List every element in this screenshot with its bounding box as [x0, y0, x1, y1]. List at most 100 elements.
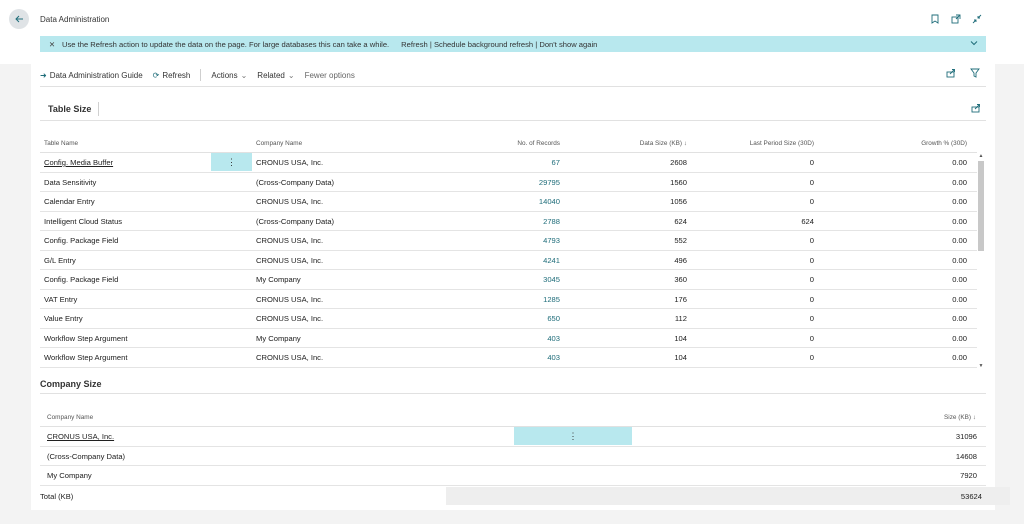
actions-menu[interactable]: Actions ⌄ [211, 71, 247, 80]
company-name-cell[interactable]: CRONUS USA, Inc. [47, 432, 114, 441]
back-button[interactable] [9, 9, 29, 29]
records-cell[interactable]: 1285 [480, 295, 560, 304]
col-records[interactable]: No. of Records [480, 140, 560, 147]
scroll-thumb[interactable] [978, 161, 984, 251]
row-actions-button[interactable]: ⋮ [514, 427, 632, 445]
scroll-up-icon[interactable]: ▲ [977, 153, 985, 159]
data-size-cell: 104 [674, 333, 687, 343]
records-cell[interactable]: 403 [480, 334, 560, 343]
data-size-cell: 624 [674, 216, 687, 226]
company-name-cell: My Company [256, 333, 301, 343]
col-growth[interactable]: Growth % (30D) [880, 140, 967, 147]
growth-cell: 0.00 [952, 353, 967, 362]
table-row[interactable]: Config. Media Buffer CRONUS USA, Inc. 67 26… [40, 153, 977, 173]
records-cell[interactable]: 4241 [480, 256, 560, 265]
table-row[interactable]: Config. Package Field My Company 3045 360 0 0… [40, 270, 977, 290]
chevron-down-icon[interactable] [970, 39, 978, 49]
share-icon[interactable] [946, 68, 956, 80]
last-period-cell: 0 [809, 333, 814, 343]
close-icon[interactable]: ✕ [46, 40, 58, 49]
table-row[interactable]: G/L Entry CRONUS USA, Inc. 4241 496 0 0.00 [40, 251, 977, 270]
total-value: 53624 [960, 492, 982, 501]
last-period-cell: 0 [809, 353, 814, 362]
bookmark-icon[interactable] [930, 13, 940, 24]
data-size-cell: 1056 [670, 197, 687, 206]
refresh-button[interactable]: ⟳ Refresh [153, 71, 191, 80]
table-name-cell[interactable]: Config. Media Buffer [44, 158, 113, 167]
table-row[interactable]: Config. Package Field CRONUS USA, Inc. 479… [40, 231, 977, 251]
collapse-icon[interactable] [972, 13, 982, 24]
related-label: Related [257, 70, 285, 80]
total-label: Total (KB) [40, 492, 74, 501]
growth-cell: 0.00 [952, 158, 967, 167]
table-name-cell: Config. Package Field [44, 236, 119, 245]
fewer-options-button[interactable]: Fewer options [305, 71, 355, 80]
filter-icon[interactable] [970, 68, 980, 80]
table-row[interactable]: Value Entry CRONUS USA, Inc. 650 112 0 0.00 [40, 309, 977, 329]
table-row[interactable]: Workflow Step Argument My Company 403 104 0 0… [40, 329, 977, 348]
col-data-size[interactable]: Data Size (KB) ↓ [600, 140, 687, 147]
related-menu[interactable]: Related ⌄ [257, 71, 294, 80]
notice-links[interactable]: Refresh | Schedule background refresh | … [401, 40, 597, 49]
scrollbar[interactable]: ▲ ▼ [977, 153, 985, 369]
data-size-cell: 1560 [670, 177, 687, 187]
last-period-cell: 0 [809, 177, 814, 187]
col-size[interactable]: Size (KB) ↓ [900, 414, 976, 421]
last-period-cell: 0 [809, 236, 814, 245]
col-company-name[interactable]: Company Name [47, 414, 93, 421]
growth-cell: 0.00 [952, 236, 967, 245]
table-row[interactable]: Workflow Step Argument CRONUS USA, Inc. 40… [40, 348, 977, 368]
table-name-cell: Value Entry [44, 314, 83, 323]
divider [98, 102, 99, 116]
records-cell[interactable]: 2788 [480, 217, 560, 226]
table-name-cell: Intelligent Cloud Status [44, 216, 123, 226]
table-row[interactable]: My Company 7920 [40, 466, 986, 486]
col-company-name[interactable]: Company Name [256, 140, 302, 147]
company-name-cell: My Company [47, 471, 92, 480]
growth-cell: 0.00 [952, 255, 967, 265]
last-period-cell: 0 [809, 275, 814, 284]
company-name-cell: CRONUS USA, Inc. [256, 158, 324, 167]
divider [40, 86, 986, 87]
row-actions-button[interactable]: ⋮ [211, 153, 252, 171]
scroll-down-icon[interactable]: ▼ [977, 363, 985, 369]
table-row[interactable]: Data Sensitivity (Cross-Company Data) 2979… [40, 173, 977, 192]
records-cell[interactable]: 14040 [480, 197, 560, 206]
data-size-cell: 104 [674, 353, 687, 362]
records-cell[interactable]: 29795 [480, 178, 560, 187]
fewer-options-label: Fewer options [304, 70, 355, 80]
table-row[interactable]: (Cross-Company Data) 14608 [40, 447, 986, 466]
company-name-cell: My Company [256, 275, 301, 284]
company-name-cell: CRONUS USA, Inc. [256, 294, 324, 304]
records-cell[interactable]: 3045 [480, 275, 560, 284]
table-row[interactable]: VAT Entry CRONUS USA, Inc. 1285 176 0 0.00 [40, 290, 977, 309]
table-name-cell: Data Sensitivity [44, 177, 97, 187]
records-cell[interactable]: 4793 [480, 236, 560, 245]
top-bar: Data Administration [0, 0, 1024, 64]
guide-button[interactable]: ➜ Data Administration Guide [40, 71, 143, 80]
total-row: Total (KB) 53624 [31, 487, 1010, 505]
records-cell[interactable]: 650 [480, 314, 560, 323]
col-table-name[interactable]: Table Name [44, 140, 78, 147]
table-row[interactable]: CRONUS USA, Inc. 31096 [40, 427, 986, 447]
open-new-window-icon[interactable] [951, 13, 961, 24]
records-cell[interactable]: 67 [480, 158, 560, 167]
records-cell[interactable]: 403 [480, 353, 560, 362]
data-size-cell: 176 [674, 294, 687, 304]
col-last-period[interactable]: Last Period Size (30D) [700, 140, 814, 147]
last-period-cell: 0 [809, 314, 814, 323]
guide-icon: ➜ [40, 70, 47, 80]
data-size-cell: 360 [674, 275, 687, 284]
company-name-cell: CRONUS USA, Inc. [256, 197, 324, 206]
notice-message: Use the Refresh action to update the dat… [62, 39, 390, 49]
size-cell: 14608 [955, 451, 977, 461]
table-name-cell: Calendar Entry [44, 197, 95, 206]
growth-cell: 0.00 [952, 197, 967, 206]
table-name-cell: G/L Entry [44, 255, 76, 265]
table-row[interactable]: Intelligent Cloud Status (Cross-Company D… [40, 212, 977, 231]
last-period-cell: 0 [809, 197, 814, 206]
app-frame: Data Administration ✕ Use the Refresh ac… [0, 0, 1024, 524]
table-row[interactable]: Calendar Entry CRONUS USA, Inc. 14040 1056 0… [40, 192, 977, 212]
share-icon[interactable] [971, 103, 981, 115]
divider [200, 69, 202, 81]
